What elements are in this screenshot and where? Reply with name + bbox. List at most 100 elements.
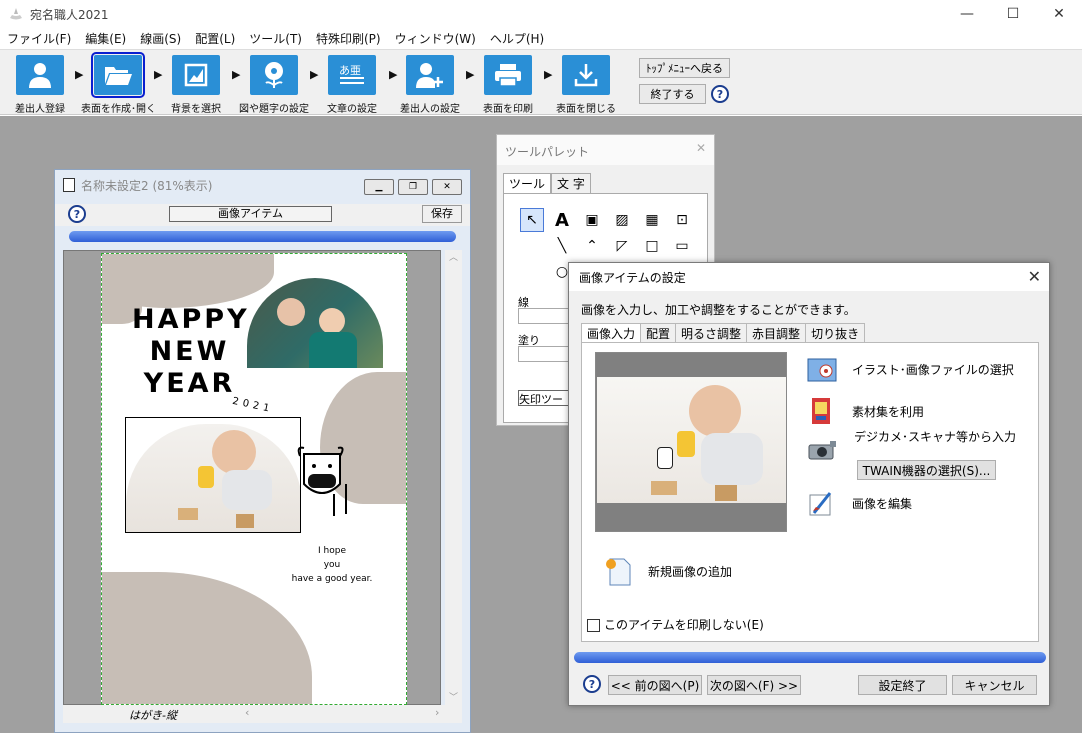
step-figure-title[interactable]: 図や題字の設定 — [237, 55, 311, 115]
tab-image-input[interactable]: 画像入力 — [581, 323, 642, 343]
save-button[interactable]: 保存 — [422, 205, 462, 223]
dialog-progress-bar — [574, 652, 1046, 663]
option-material-collection[interactable]: 素材集を利用 — [806, 395, 924, 427]
exit-button[interactable]: 終了する — [639, 84, 706, 104]
menu-help[interactable]: ヘルプ(H) — [483, 30, 551, 47]
next-figure-button[interactable]: 次の図へ(F) >> — [707, 675, 801, 695]
postcard[interactable]: HAPPY NEW YEAR 2021 I hope you have a go… — [101, 253, 407, 705]
menu-tools[interactable]: ツール(T) — [242, 30, 309, 47]
step-sender-register[interactable]: 差出人登録 — [3, 55, 77, 115]
vertical-scrollbar[interactable]: ︿ ﹀ — [445, 250, 462, 705]
polyline-tool-icon[interactable]: ⌃ — [580, 234, 604, 258]
image-item-settings-dialog: 画像アイテムの設定 ✕ 画像を入力し、加工や調整をすることができます。 画像入力… — [568, 262, 1050, 706]
option-edit-image[interactable]: 画像を編集 — [806, 487, 912, 519]
image-input-panel: イラスト･画像ファイルの選択 素材集を利用 デジカメ･スキャナ等から入力 TWA… — [581, 342, 1039, 642]
status-bar: はがき-縦 ‹ › — [63, 705, 462, 723]
palette-close-icon[interactable]: ✕ — [692, 141, 710, 159]
title-bar: 宛名職人2021 — ☐ ✕ — [0, 0, 1082, 28]
folder-open-icon — [91, 52, 145, 98]
no-print-option[interactable]: このアイテムを印刷しない(E) — [587, 616, 764, 633]
menu-layout[interactable]: 配置(L) — [188, 30, 242, 47]
doc-minimize-button[interactable]: ▁ — [364, 179, 394, 195]
image-preview — [595, 352, 787, 532]
menu-line[interactable]: 線画(S) — [133, 30, 188, 47]
finish-settings-button[interactable]: 設定終了 — [858, 675, 947, 695]
image-tool-icon[interactable]: ▣ — [580, 208, 604, 232]
doc-help-icon[interactable]: ? — [68, 205, 86, 223]
top-menu-button[interactable]: ﾄｯﾌﾟﾒﾆｭｰへ戻る — [639, 58, 730, 78]
dialog-close-icon[interactable]: ✕ — [1028, 267, 1041, 286]
palette-title: ツールパレット — [497, 135, 714, 165]
chevron-down-icon[interactable]: ﹀ — [445, 690, 462, 703]
cow-illustration — [297, 446, 347, 516]
person-add-icon — [406, 55, 454, 95]
rectangle-tool-icon[interactable]: □ — [640, 234, 664, 258]
dialog-title: 画像アイテムの設定 — [569, 263, 1049, 291]
close-button[interactable]: ✕ — [1036, 0, 1082, 28]
twain-select-button[interactable]: TWAIN機器の選択(S)... — [857, 460, 996, 480]
line-style-field[interactable] — [518, 308, 568, 324]
menu-file[interactable]: ファイル(F) — [0, 30, 78, 47]
rounded-rect-tool-icon[interactable]: ▭ — [670, 234, 694, 258]
chevron-left-icon[interactable]: ‹ — [245, 706, 249, 719]
minimize-button[interactable]: — — [944, 0, 990, 28]
step-print[interactable]: 表面を印刷 — [471, 55, 545, 115]
no-print-checkbox[interactable] — [587, 619, 600, 632]
chevron-up-icon[interactable]: ︿ — [445, 250, 462, 263]
progress-bar — [69, 231, 456, 242]
dialog-help-icon[interactable]: ? — [583, 675, 601, 693]
step-toolbar: 差出人登録 ▶ 表面を作成･開く ▶ 背景を選択 ▶ 図や題字の設定 ▶ あ亜 … — [0, 49, 1082, 115]
paper-size-label: はがき-縦 — [129, 709, 177, 722]
menu-edit[interactable]: 編集(E) — [78, 30, 133, 47]
dialog-description: 画像を入力し、加工や調整をすることができます。 — [581, 303, 856, 317]
qr-tool-icon[interactable]: ▦ — [640, 208, 664, 232]
card-canvas: HAPPY NEW YEAR 2021 I hope you have a go… — [63, 250, 441, 705]
tab-redeye[interactable]: 赤目調整 — [746, 323, 807, 343]
tool-name-field: 矢印ツー — [518, 390, 568, 406]
decor-blob — [102, 572, 312, 704]
material-book-icon — [812, 398, 830, 424]
doc-close-button[interactable]: ✕ — [432, 179, 462, 195]
cancel-button[interactable]: キャンセル — [952, 675, 1037, 695]
preview-photo — [597, 377, 786, 503]
maximize-button[interactable]: ☐ — [990, 0, 1036, 28]
text-doc-icon: あ亜 — [328, 55, 376, 95]
tab-text[interactable]: 文 字 — [551, 173, 591, 194]
download-icon — [562, 55, 610, 95]
select-arrow-icon[interactable]: ↖ — [520, 208, 544, 232]
tab-crop[interactable]: 切り抜き — [805, 323, 866, 343]
baby-photo-item[interactable] — [125, 417, 301, 533]
step-close-surface[interactable]: 表面を閉じる — [549, 55, 623, 115]
prev-figure-button[interactable]: << 前の図へ(P) — [608, 675, 702, 695]
menu-window[interactable]: ウィンドウ(W) — [388, 30, 483, 47]
stamp-tool-icon[interactable]: ⊡ — [670, 208, 694, 232]
chevron-right-icon[interactable]: › — [435, 706, 439, 719]
option-new-image[interactable]: 新規画像の追加 — [602, 555, 732, 587]
tab-placement[interactable]: 配置 — [640, 323, 677, 343]
document-icon — [63, 178, 75, 192]
svg-text:あ亜: あ亜 — [339, 64, 361, 77]
item-type-label: 画像アイテム — [169, 206, 332, 222]
polygon-tool-icon[interactable]: ◸ — [610, 234, 634, 258]
camera-icon — [808, 441, 836, 460]
menu-special-print[interactable]: 特殊印刷(P) — [309, 30, 388, 47]
person-icon — [16, 55, 64, 95]
document-title: 名称未設定2 (81%表示) — [81, 178, 213, 193]
document-window: 名称未設定2 (81%表示) ▁ ❐ ✕ ? 画像アイテム 保存 HAPPY N… — [54, 169, 471, 733]
printer-icon — [484, 55, 532, 95]
step-sender-settings[interactable]: 差出人の設定 — [393, 55, 467, 115]
year-text: 2021 — [231, 395, 275, 416]
step-select-background[interactable]: 背景を選択 — [159, 55, 233, 115]
family-photo[interactable] — [247, 278, 383, 368]
option-file-select[interactable]: イラスト･画像ファイルの選択 — [806, 353, 1014, 385]
step-text-settings[interactable]: あ亜 文章の設定 — [315, 55, 389, 115]
text-tool-icon[interactable]: A — [550, 208, 574, 232]
tab-brightness[interactable]: 明るさ調整 — [675, 323, 748, 343]
help-icon[interactable]: ? — [711, 85, 729, 103]
doc-restore-button[interactable]: ❐ — [398, 179, 428, 195]
fill-style-field[interactable] — [518, 346, 568, 362]
tab-tools[interactable]: ツール — [503, 173, 552, 194]
step-create-open[interactable]: 表面を作成･開く — [81, 52, 156, 115]
line-tool-icon[interactable]: ╲ — [550, 234, 574, 258]
pattern-tool-icon[interactable]: ▨ — [610, 208, 634, 232]
